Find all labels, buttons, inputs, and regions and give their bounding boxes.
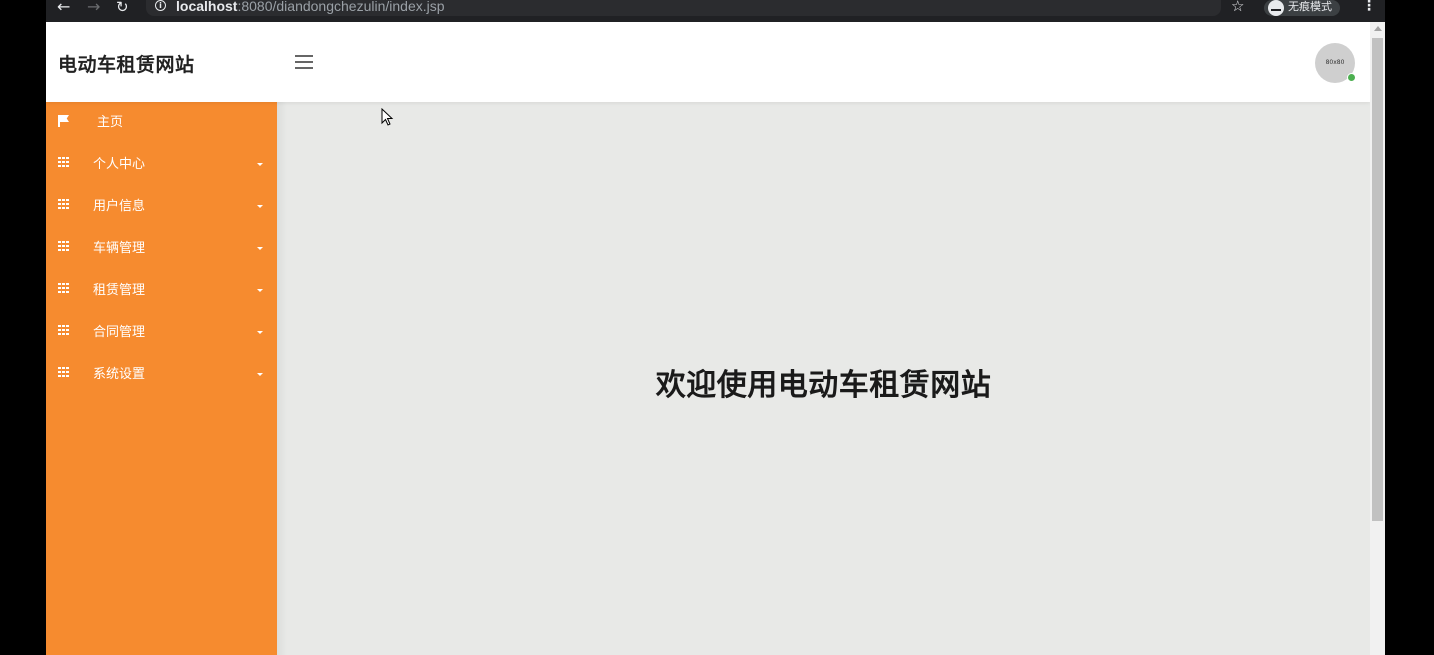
- url-text[interactable]: localhost:8080/diandongchezulin/index.js…: [176, 0, 445, 14]
- url-host: localhost: [176, 0, 238, 14]
- grid-icon: [58, 325, 70, 336]
- back-icon[interactable]: ←: [57, 0, 70, 15]
- hamburger-line: [295, 67, 313, 69]
- caret-down-icon: [257, 289, 263, 292]
- info-icon[interactable]: i: [155, 0, 166, 11]
- sidebar-item-label: 合同管理: [93, 325, 146, 340]
- online-status-dot: [1347, 73, 1356, 82]
- top-header: 电动车租赁网站 80x80: [46, 22, 1370, 102]
- sidebar-item-system-settings[interactable]: 系统设置: [46, 354, 277, 396]
- grid-icon: [58, 241, 70, 252]
- mouse-cursor-icon: [381, 108, 394, 126]
- page-viewport: 电动车租赁网站 80x80 主页 个人中心 用户信息 车辆管理 租赁管理 合同管…: [46, 22, 1370, 655]
- site-brand: 电动车租赁网站: [58, 54, 195, 76]
- sidebar-item-label: 个人中心: [93, 157, 146, 172]
- url-path: :8080/diandongchezulin/index.jsp: [237, 0, 445, 14]
- flag-icon: [58, 115, 60, 127]
- sidebar: 主页 个人中心 用户信息 车辆管理 租赁管理 合同管理 系统设置: [46, 102, 277, 655]
- scroll-thumb[interactable]: [1372, 38, 1383, 521]
- sidebar-item-user-info[interactable]: 用户信息: [46, 186, 277, 228]
- incognito-icon: [1268, 0, 1284, 16]
- grid-icon: [58, 157, 70, 168]
- sidebar-item-rental-management[interactable]: 租赁管理: [46, 270, 277, 312]
- kebab-icon[interactable]: ⋮: [1362, 0, 1376, 14]
- star-icon[interactable]: ☆: [1231, 0, 1244, 15]
- sidebar-item-home[interactable]: 主页: [46, 102, 277, 144]
- sidebar-item-label: 主页: [97, 115, 124, 130]
- vertical-scrollbar[interactable]: [1370, 22, 1385, 655]
- caret-down-icon: [257, 373, 263, 376]
- hamburger-menu-icon[interactable]: [295, 55, 313, 69]
- grid-icon: [58, 199, 70, 210]
- caret-down-icon: [257, 205, 263, 208]
- sidebar-item-label: 租赁管理: [93, 283, 146, 298]
- reload-icon[interactable]: ↻: [116, 0, 129, 15]
- browser-toolbar: ← → ↻ i localhost:8080/diandongchezulin/…: [46, 0, 1385, 22]
- caret-down-icon: [257, 247, 263, 250]
- address-bar[interactable]: i localhost:8080/diandongchezulin/index.…: [146, 0, 1221, 16]
- grid-icon: [58, 367, 70, 378]
- welcome-heading: 欢迎使用电动车租赁网站: [655, 368, 992, 403]
- sidebar-item-label: 车辆管理: [93, 241, 146, 256]
- incognito-label: 无痕模式: [1288, 0, 1332, 13]
- scroll-up-arrow-icon[interactable]: [1374, 26, 1382, 31]
- forward-icon[interactable]: →: [87, 0, 100, 15]
- hamburger-line: [295, 55, 313, 57]
- sidebar-item-label: 用户信息: [93, 199, 146, 214]
- sidebar-item-personal-center[interactable]: 个人中心: [46, 144, 277, 186]
- grid-icon: [58, 283, 70, 294]
- sidebar-item-vehicle-management[interactable]: 车辆管理: [46, 228, 277, 270]
- caret-down-icon: [257, 331, 263, 334]
- sidebar-item-label: 系统设置: [93, 367, 146, 382]
- hamburger-line: [295, 61, 313, 63]
- caret-down-icon: [257, 163, 263, 166]
- sidebar-item-contract-management[interactable]: 合同管理: [46, 312, 277, 354]
- incognito-badge[interactable]: 无痕模式: [1264, 0, 1340, 16]
